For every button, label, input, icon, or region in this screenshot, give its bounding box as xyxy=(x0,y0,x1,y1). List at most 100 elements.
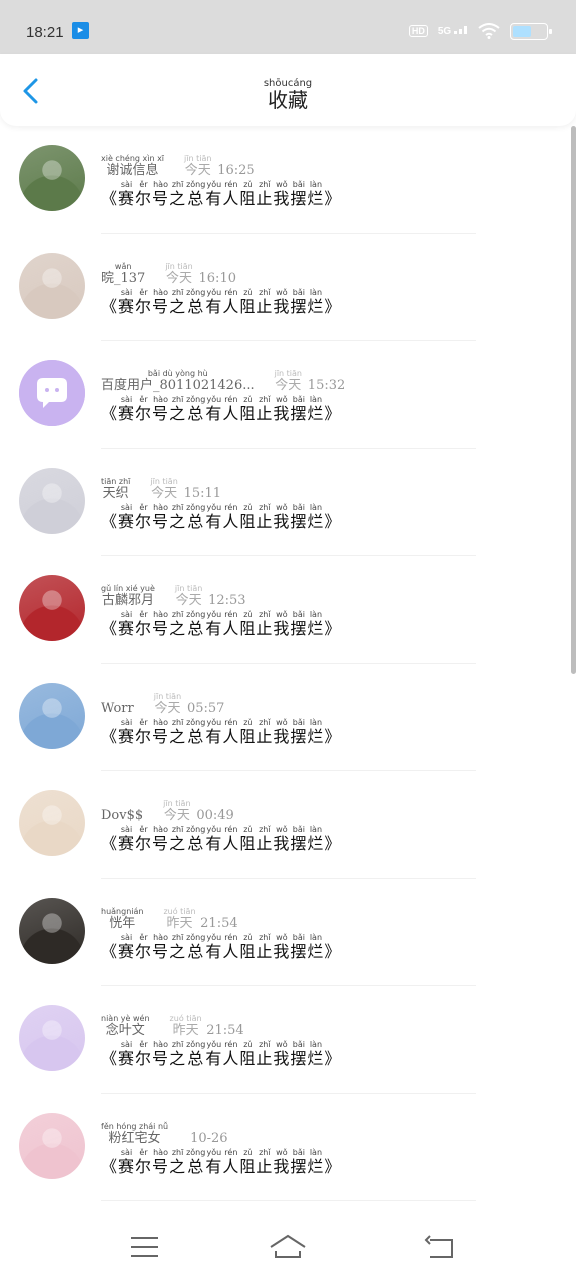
message-char-pinyin: ěr xyxy=(135,1040,153,1049)
avatar[interactable] xyxy=(19,682,85,749)
message-char: 号 xyxy=(152,1156,170,1176)
message-char: 之 xyxy=(169,296,187,316)
message-char-pinyin: zǒng xyxy=(186,825,206,834)
message-char: 有 xyxy=(205,941,223,961)
message-char-pinyin: hào xyxy=(152,932,170,942)
item-header: 粉红宅女fěn hóng zhái nǚ 10-26 xyxy=(101,1122,228,1146)
list-item[interactable]: Dov$$ 今天jīn tiān 00:49 《赛sài尔ěr号hào之zhī总… xyxy=(0,771,566,879)
message-char: 号 xyxy=(152,189,170,208)
message-char: 有 xyxy=(205,511,223,531)
message-char-pinyin: yǒu xyxy=(205,825,223,834)
message-char-pinyin: bǎi xyxy=(290,932,308,942)
avatar[interactable] xyxy=(19,1112,85,1179)
message-char: 总 xyxy=(186,941,206,961)
item-time: 16:25 xyxy=(217,163,255,178)
message-char: 赛 xyxy=(118,619,136,638)
list-item[interactable]: Worr 今天jīn tiān 05:57 《赛sài尔ěr号hào之zhī总z… xyxy=(0,664,566,771)
list-item[interactable]: 谢诚信息xiè chéng xìn xī 今天jīn tiān 16:25 《赛… xyxy=(0,126,566,234)
message-char: 之 xyxy=(169,1049,187,1068)
message-char: 我 xyxy=(273,511,291,531)
item-username-pinyin: niàn yè wén xyxy=(101,1014,150,1023)
chat-bubble-icon xyxy=(19,360,85,426)
message-char: 赛 xyxy=(118,834,136,853)
message-char-pinyin: bǎi xyxy=(290,502,308,512)
message-char-pinyin: yǒu xyxy=(205,717,223,727)
message-char: 赛 xyxy=(118,941,136,961)
list-item[interactable]: 古麟邪月gǔ lín xié yuè 今天jīn tiān 12:53 《赛sà… xyxy=(0,556,566,664)
avatar[interactable] xyxy=(19,252,85,319)
item-day-pinyin: jīn tiān xyxy=(150,476,178,486)
message-char-pinyin: sài xyxy=(118,287,136,297)
avatar[interactable] xyxy=(19,575,85,641)
message-char: 赛 xyxy=(118,726,136,746)
message-char: 号 xyxy=(152,834,170,853)
message-char: 尔 xyxy=(135,511,153,531)
message-char-pinyin: yǒu xyxy=(205,610,223,619)
battery-level xyxy=(513,25,531,37)
scrollbar[interactable] xyxy=(571,126,576,674)
item-message: 《赛sài尔ěr号hào之zhī总zǒng有yǒu人rén阻zǔ止zhǐ我wǒ摆… xyxy=(101,825,341,854)
item-header: 晥_137wǎn 今天jīn tiān 16:10 xyxy=(101,262,236,286)
message-char: 我 xyxy=(273,1156,291,1176)
list-item[interactable]: 念叶文niàn yè wén 昨天zuó tiān 21:54 《赛sài尔ěr… xyxy=(0,986,566,1094)
message-char-pinyin: zǔ xyxy=(239,287,257,297)
message-char: 有 xyxy=(205,619,223,638)
item-message: 《赛sài尔ěr号hào之zhī总zǒng有yǒu人rén阻zǔ止zhǐ我wǒ摆… xyxy=(101,395,341,424)
message-char: 阻 xyxy=(239,1049,257,1068)
message-char: 号 xyxy=(152,404,170,423)
message-char: 烂 xyxy=(307,941,325,961)
message-char: 有 xyxy=(205,189,223,208)
message-char-pinyin: hào xyxy=(152,610,170,619)
item-time: 21:54 xyxy=(200,915,238,931)
menu-button[interactable] xyxy=(124,1232,164,1262)
message-char: 止 xyxy=(256,296,274,316)
avatar[interactable] xyxy=(19,790,85,856)
message-char-pinyin: ěr xyxy=(135,610,153,619)
message-char: 止 xyxy=(256,1049,274,1068)
list-item[interactable]: 晥_137wǎn 今天jīn tiān 16:10 《赛sài尔ěr号hào之z… xyxy=(0,234,566,341)
message-char-pinyin: hào xyxy=(152,1040,170,1049)
list-item[interactable]: 天织tiān zhī 今天jīn tiān 15:11 《赛sài尔ěr号hào… xyxy=(0,449,566,556)
list-item[interactable]: 百度用户_8011021426...bǎi dù yòng hù 今天jīn t… xyxy=(0,341,566,449)
item-day-pinyin: zuó tiān xyxy=(163,906,196,916)
message-char-pinyin: zhǐ xyxy=(256,395,274,404)
message-char: 尔 xyxy=(135,1156,153,1176)
message-char-pinyin: bǎi xyxy=(290,180,308,189)
message-char-pinyin: zǔ xyxy=(239,825,257,834)
message-char-pinyin: ěr xyxy=(135,932,153,942)
home-button[interactable] xyxy=(268,1232,308,1262)
item-username: 百度用户_8011021426... xyxy=(101,378,255,393)
network-label: 5G xyxy=(437,25,452,37)
message-char: 人 xyxy=(222,619,240,638)
item-day: 昨天 xyxy=(163,915,196,931)
message-char: 阻 xyxy=(239,834,257,853)
item-header: 古麟邪月gǔ lín xié yuè 今天jīn tiān 12:53 xyxy=(101,584,246,608)
message-char-pinyin: yǒu xyxy=(205,1147,223,1157)
avatar[interactable] xyxy=(19,1005,85,1071)
message-char-pinyin: bǎi xyxy=(290,825,308,834)
message-char-pinyin: zhī xyxy=(169,1040,187,1049)
item-timestamp: 今天jīn tiān 16:10 xyxy=(165,262,236,286)
item-day-pinyin: jīn tiān xyxy=(184,154,212,163)
message-char: 人 xyxy=(222,834,240,853)
avatar[interactable] xyxy=(19,360,85,426)
item-username: 天织 xyxy=(101,485,131,501)
back-nav-button[interactable] xyxy=(420,1232,460,1262)
message-char-pinyin: rén xyxy=(222,932,240,942)
message-char: 赛 xyxy=(118,511,136,531)
wifi-icon xyxy=(478,23,500,39)
message-char: 人 xyxy=(222,189,240,208)
message-char: 我 xyxy=(273,296,291,316)
message-char: 阻 xyxy=(239,296,257,316)
avatar[interactable] xyxy=(19,145,85,211)
message-char-pinyin: zhǐ xyxy=(256,717,274,727)
list-item[interactable]: 恍年huǎngnián 昨天zuó tiān 21:54 《赛sài尔ěr号hà… xyxy=(0,879,566,986)
message-char-pinyin: ěr xyxy=(135,395,153,404)
message-char-pinyin: zǔ xyxy=(239,180,257,189)
list-item[interactable]: 粉红宅女fěn hóng zhái nǚ 10-26 《赛sài尔ěr号hào之… xyxy=(0,1094,566,1201)
avatar[interactable] xyxy=(19,467,85,534)
avatar[interactable] xyxy=(19,897,85,964)
message-char-pinyin: zhǐ xyxy=(256,287,274,297)
item-header: 天织tiān zhī 今天jīn tiān 15:11 xyxy=(101,477,221,501)
message-char-pinyin: wǒ xyxy=(273,1147,291,1157)
